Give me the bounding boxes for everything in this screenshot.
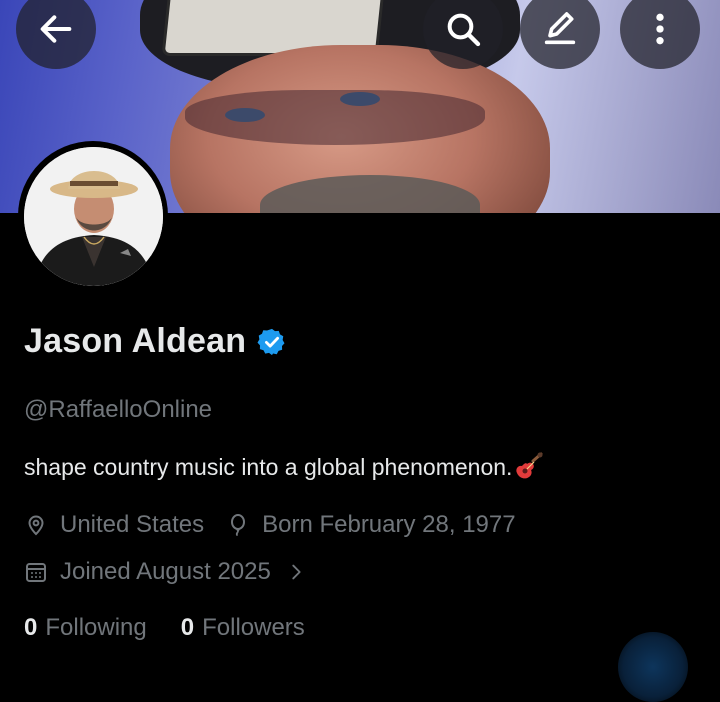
calendar-icon [26,563,46,582]
balloon-icon [231,514,246,536]
joined-text: Joined August 2025 [60,558,271,585]
followers-count: 0 [180,614,195,641]
guitar-emoji-icon [516,452,543,479]
avatar-portrait [23,146,163,286]
location-text: United States [60,511,205,538]
followers-label: Followers [202,614,305,641]
verified-badge-icon[interactable] [257,327,287,357]
avatar-image [23,146,163,286]
profile-bio-text: shape country music into a global phenom… [24,453,513,480]
banner-eye-right [340,92,380,106]
profile-bio: shape country music into a global phenom… [24,452,544,482]
following-label: Following [45,614,147,641]
avatar[interactable] [18,141,168,291]
following-count: 0 [24,614,38,641]
location-pin-icon [28,515,44,536]
profile-meta-row-1: United States Born February 28, 1977 [24,511,516,539]
more-vertical-icon [656,13,664,45]
floating-action-button[interactable] [618,632,688,702]
birthday-item: Born February 28, 1977 [226,511,516,539]
profile-name: Jason Aldean [24,322,247,360]
location-item: United States [24,511,204,539]
profile-meta-row-2[interactable]: Joined August 2025 [24,558,319,586]
profile-stats: 0 Following 0 Followers [24,614,339,642]
banner-eye-left [225,108,265,122]
search-icon [447,13,481,47]
following-link[interactable]: 0 Following [24,614,147,642]
profile-name-row: Jason Aldean [24,322,287,361]
birthday-text: Born February 28, 1977 [262,511,516,538]
pencil-icon [544,12,576,45]
chevron-right-icon [292,564,301,580]
profile-handle: @RaffaelloOnline [24,396,213,423]
arrow-left-icon [40,15,72,43]
joined-item[interactable]: Joined August 2025 [24,558,319,586]
followers-link[interactable]: 0 Followers [181,614,305,642]
